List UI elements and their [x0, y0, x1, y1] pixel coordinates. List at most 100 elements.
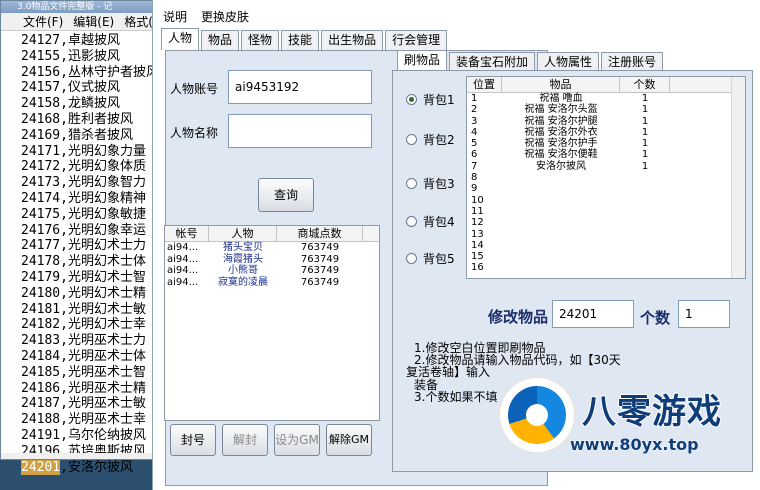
character-name-input[interactable] — [228, 114, 372, 148]
tab-starting-items[interactable]: 出生物品 — [321, 30, 384, 50]
tab-character[interactable]: 人物 — [161, 28, 200, 50]
table-row[interactable]: 2 祝福 安洛尔头盔 1 — [467, 104, 745, 115]
item-cell — [502, 206, 620, 217]
notepad-scrollbar[interactable] — [1, 453, 169, 459]
tab-items[interactable]: 物品 — [201, 30, 240, 50]
items-table-header: 位置 物品 个数 — [467, 77, 745, 93]
notepad-line-number: 24185 — [21, 364, 61, 380]
menu-change-skin[interactable]: 更换皮肤 — [201, 6, 249, 28]
table-row[interactable]: 8 — [467, 172, 745, 183]
main-tabs: 人物 物品 怪物 技能 出生物品 行会管理 — [161, 28, 449, 50]
logo-icon — [500, 378, 574, 452]
notepad-text-area[interactable]: 24127,卓越披风 24155,迅影披风 24156,丛林守护者披风 24157,仪… — [21, 33, 159, 475]
bag-radio-1[interactable]: 背包1 — [406, 91, 455, 108]
table-row[interactable]: 4 祝福 安洛尔外衣 1 — [467, 127, 745, 138]
col-account[interactable]: 帐号 — [165, 226, 209, 241]
character-cell: 猪头宝贝 — [223, 242, 263, 253]
bag-radio-4[interactable]: 背包4 — [406, 213, 455, 230]
notepad-menu-edit[interactable]: 编辑(E) — [73, 13, 114, 30]
notepad-line-text: ,光明幻术士力 — [60, 238, 146, 254]
unban-button[interactable]: 解封 — [222, 424, 268, 456]
table-row[interactable]: 12 — [467, 217, 745, 228]
notepad-line-number: 24182 — [21, 317, 61, 333]
bag-radio-3[interactable]: 背包3 — [406, 175, 455, 192]
count-cell — [620, 262, 670, 273]
notepad-line: 24172,光明幻象体质 — [21, 159, 159, 175]
table-row[interactable]: 13 — [467, 229, 745, 240]
notepad-line-text: ,光明幻术士幸 — [60, 317, 146, 333]
table-row[interactable]: 10 — [467, 195, 745, 206]
tab-register-account[interactable]: 注册账号 — [601, 52, 664, 72]
radio-icon — [406, 134, 417, 145]
notepad-line-number: 24158 — [21, 96, 61, 112]
account-table: 帐号 人物 商城点数 ai94... 猪头宝贝 763749 ai94... 海霞猪头 7… — [164, 225, 380, 421]
table-row[interactable]: 5 祝福 安洛尔护手 1 — [467, 138, 745, 149]
notepad-line-text: ,光明巫术士力 — [60, 333, 146, 349]
table-row[interactable]: 16 — [467, 262, 745, 273]
tab-monsters[interactable]: 怪物 — [241, 30, 280, 50]
tab-spawn-items[interactable]: 刷物品 — [397, 50, 448, 72]
table-row[interactable]: ai94... 小熊哥 763749 — [165, 265, 379, 277]
table-row[interactable]: 15 — [467, 251, 745, 262]
position-cell: 5 — [471, 138, 478, 150]
bag-radio-2[interactable]: 背包2 — [406, 131, 455, 148]
notepad-line: 24181,光明幻术士敏 — [21, 302, 159, 318]
notepad-line-text: ,迅影披风 — [60, 48, 120, 64]
col-character[interactable]: 人物 — [209, 226, 277, 241]
table-row[interactable]: ai94... 寂寞的凌晨 763749 — [165, 277, 379, 289]
position-cell: 8 — [471, 172, 478, 184]
notepad-line-text: ,安洛尔披风 — [60, 459, 133, 475]
set-gm-button[interactable]: 设为GM — [274, 424, 320, 456]
radio-icon — [406, 253, 417, 264]
item-count-input[interactable]: 1 — [678, 300, 730, 328]
notepad-line-number: 24173 — [21, 175, 61, 191]
position-cell: 7 — [471, 160, 478, 172]
tab-equipment-gems[interactable]: 装备宝石附加 — [449, 52, 536, 72]
query-button[interactable]: 查询 — [258, 178, 314, 212]
bag-radio-5[interactable]: 背包5 — [406, 250, 455, 267]
item-code-input[interactable]: 24201 — [552, 300, 634, 328]
notepad-window: 3.0物品文件完整版 - 记 文件(F) 编辑(E) 格式(O) 24127,卓… — [0, 0, 170, 475]
col-count[interactable]: 个数 — [620, 77, 670, 92]
tab-skills[interactable]: 技能 — [281, 30, 320, 50]
item-cell: 祝福 安洛尔外衣 — [524, 126, 598, 138]
col-item[interactable]: 物品 — [502, 77, 620, 92]
items-scrollbar[interactable] — [731, 77, 745, 278]
table-row[interactable]: 3 祝福 安洛尔护腿 1 — [467, 116, 745, 127]
item-cell: 祝福 安洛尔便鞋 — [524, 149, 598, 161]
table-row[interactable]: 11 — [467, 206, 745, 217]
tab-character-attributes[interactable]: 人物属性 — [537, 52, 600, 72]
ban-button[interactable]: 封号 — [170, 424, 216, 456]
remove-gm-button[interactable]: 解除GM — [326, 424, 372, 456]
table-row[interactable]: ai94... 猪头宝贝 763749 — [165, 242, 379, 254]
notepad-line: 24188,光明巫术士幸 — [21, 412, 159, 428]
position-cell: 11 — [471, 205, 484, 217]
notepad-line-number: 24175 — [21, 206, 61, 222]
notepad-line-text: ,光明幻象精神 — [60, 190, 146, 206]
table-row[interactable]: 6 祝福 安洛尔便鞋 1 — [467, 149, 745, 160]
notepad-line: 24187,光明巫术士敏 — [21, 396, 159, 412]
table-row[interactable]: 7 安洛尔披风 1 — [467, 161, 745, 172]
notepad-line-number: 24171 — [21, 143, 61, 159]
item-cell: 祝福 安洛尔护腿 — [524, 115, 598, 127]
notepad-menu-file[interactable]: 文件(F) — [23, 13, 63, 30]
bag-label: 背包4 — [423, 215, 455, 229]
notepad-line: 24127,卓越披风 — [21, 33, 159, 49]
notepad-line-number: 24186 — [21, 380, 61, 396]
radio-icon — [406, 178, 417, 189]
notepad-line-number: 24127 — [21, 33, 61, 48]
table-row[interactable]: 14 — [467, 240, 745, 251]
bag-items-table: 位置 物品 个数 1 祝福 噜血 1 2 祝福 安洛尔头盔 1 3 祝福 安洛尔护腿 1 4 祝福 … — [466, 76, 746, 279]
account-input[interactable]: ai9453192 — [228, 70, 372, 104]
table-row[interactable]: 1 祝福 噜血 1 — [467, 93, 745, 104]
menu-help[interactable]: 说明 — [163, 6, 187, 28]
item-cell: 祝福 安洛尔护手 — [524, 138, 598, 150]
table-row[interactable]: ai94... 海霞猪头 763749 — [165, 254, 379, 266]
tab-guild-management[interactable]: 行会管理 — [385, 30, 448, 50]
col-position[interactable]: 位置 — [467, 77, 502, 92]
table-row[interactable]: 9 — [467, 183, 745, 194]
notepad-line-text: ,光明巫术士精 — [60, 380, 146, 396]
col-mall-points[interactable]: 商城点数 — [277, 226, 363, 241]
notepad-menubar: 文件(F) 编辑(E) 格式(O) — [1, 13, 169, 31]
position-cell: 6 — [471, 149, 478, 161]
